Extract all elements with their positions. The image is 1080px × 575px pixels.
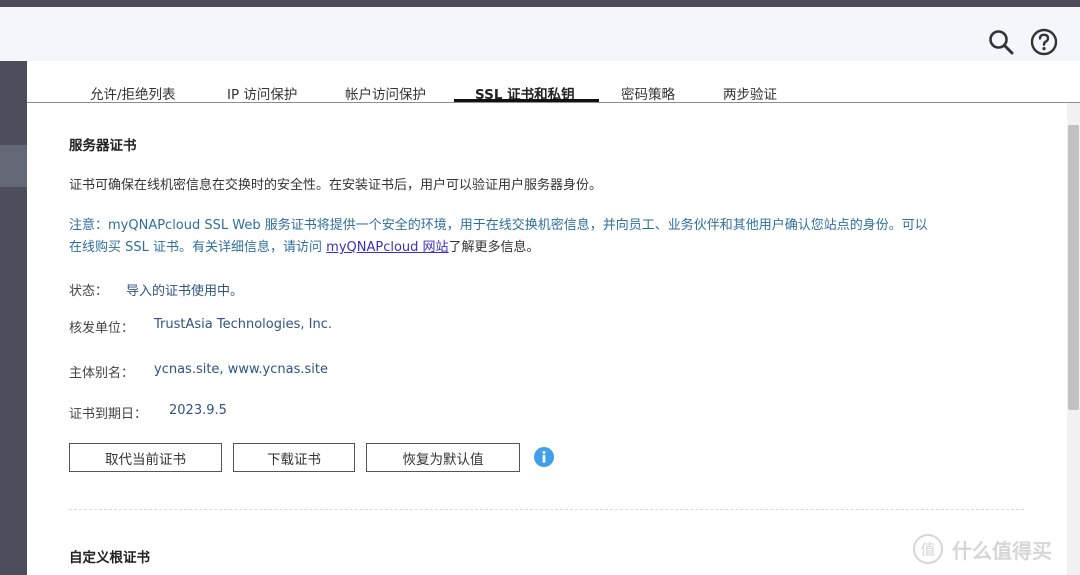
restore-default-button[interactable]: 恢复为默认值 — [366, 443, 520, 472]
custom-root-cert-title: 自定义根证书 — [69, 550, 150, 566]
download-certificate-button[interactable]: 下载证书 — [233, 443, 355, 472]
note-line-2-text: 在线购买 SSL 证书。有关详细信息，请访问 — [69, 240, 327, 255]
tab-bar: 允许/拒绝列表 IP 访问保护 帐户访问保护 SSL 证书和私钥 密码策略 两步… — [27, 61, 1080, 103]
issuer-value: TrustAsia Technologies, Inc. — [154, 317, 332, 332]
replace-certificate-button[interactable]: 取代当前证书 — [69, 443, 222, 472]
watermark-text: 什么值得买 — [952, 538, 1052, 563]
active-tab-indicator — [454, 99, 599, 102]
tab-account-access-protection[interactable]: 帐户访问保护 — [345, 83, 426, 103]
note-line-2: 在线购买 SSL 证书。有关详细信息，请访问 myQNAPcloud 网站了解更… — [69, 236, 540, 255]
info-icon[interactable] — [534, 447, 554, 467]
smzdm-logo-icon: 值 — [913, 534, 943, 564]
tab-password-policy[interactable]: 密码策略 — [621, 83, 675, 103]
svg-text:值: 值 — [920, 541, 935, 559]
expiry-value: 2023.9.5 — [169, 403, 227, 418]
app-header — [0, 7, 1080, 61]
subject-alias-label: 主体别名： — [69, 366, 135, 381]
note-line-2-suffix: 了解更多信息。 — [448, 240, 540, 255]
subject-alias-value: ycnas.site, www.ycnas.site — [154, 362, 328, 377]
tab-ip-access-protection[interactable]: IP 访问保护 — [227, 83, 297, 103]
tab-allow-deny-list[interactable]: 允许/拒绝列表 — [90, 83, 176, 103]
search-icon[interactable] — [988, 29, 1014, 55]
status-value: 导入的证书使用中。 — [126, 284, 244, 299]
status-label: 状态： — [69, 284, 109, 299]
issuer-label: 核发单位： — [69, 321, 135, 336]
left-sidebar — [0, 61, 27, 575]
watermark: 值 什么值得买 — [912, 533, 1052, 565]
server-cert-description: 证书可确保在线机密信息在交换时的安全性。在安装证书后，用户可以验证用户服务器身份… — [69, 178, 603, 193]
myqnapcloud-link[interactable]: myQNAPcloud 网站 — [326, 240, 448, 255]
note-line-1: 注意：myQNAPcloud SSL Web 服务证书将提供一个安全的环境，用于… — [69, 218, 928, 233]
scrollbar-thumb[interactable] — [1068, 125, 1079, 410]
section-divider — [69, 509, 1024, 510]
help-icon[interactable] — [1030, 28, 1058, 56]
tab-two-step-verification[interactable]: 两步验证 — [723, 83, 777, 103]
sidebar-active-item[interactable] — [0, 145, 27, 187]
top-bar — [0, 0, 1080, 7]
expiry-label: 证书到期日： — [69, 407, 148, 422]
server-cert-title: 服务器证书 — [69, 138, 137, 154]
